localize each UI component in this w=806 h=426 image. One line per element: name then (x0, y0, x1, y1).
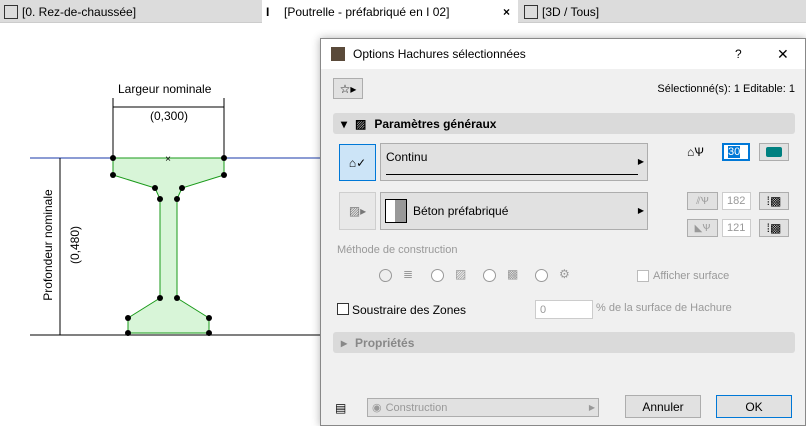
line-type-toggle[interactable]: ⌂✓ (339, 144, 376, 181)
subtract-zones-label: Soustraire des Zones (352, 303, 467, 317)
eye-icon: ◉ (372, 402, 382, 414)
method-radio-2[interactable] (431, 269, 444, 282)
fill-category-button[interactable]: ▨▸ (339, 192, 376, 230)
bg-pen-color[interactable]: ⁞▩ (759, 219, 789, 237)
i-beam-section (112, 157, 225, 334)
fg-pen-input[interactable]: 182 (722, 192, 751, 210)
method-radio-3[interactable] (483, 269, 496, 282)
arrow-right-icon: ▶ (637, 206, 644, 215)
star-icon: ☆▸ (339, 81, 357, 96)
method-label: Méthode de construction (337, 244, 458, 256)
fill-preview-icon (385, 199, 407, 223)
method-hatch-icon: ▨ (455, 267, 467, 281)
tab-bar: [0. Rez-de-chaussée] I [Poutrelle - préfa… (0, 0, 806, 23)
line-check-icon: ⌂✓ (348, 155, 367, 170)
depth-label: Profondeur nominale (41, 189, 55, 301)
tab-floor-plan[interactable]: [0. Rez-de-chaussée] (0, 0, 260, 23)
collapse-icon: ▾ (341, 116, 348, 131)
close-tab-icon[interactable]: × (503, 5, 510, 19)
section-properties[interactable]: ▸ Propriétés (333, 332, 795, 353)
section-general[interactable]: ▾ ▨ Paramètres généraux (333, 113, 795, 134)
cancel-button[interactable]: Annuler (625, 395, 701, 418)
ok-button[interactable]: OK (716, 395, 792, 418)
arrow-right-icon: ▶ (637, 157, 644, 166)
fill-icon: ▨ (355, 116, 367, 131)
method-pattern-icon: ▩ (507, 267, 519, 281)
arrow-right-icon: ▶ (588, 403, 595, 412)
subtract-zones-checkbox[interactable] (337, 303, 349, 315)
app-icon (331, 47, 345, 61)
method-lines-icon: ≣ (403, 267, 414, 281)
dialog-titlebar: Options Hachures sélectionnées ? ✕ (321, 39, 805, 69)
width-value: (0,300) (150, 109, 189, 123)
svg-text:×: × (165, 154, 171, 165)
pen-color-button[interactable] (759, 143, 789, 161)
method-radio-4[interactable] (535, 269, 548, 282)
help-button[interactable]: ? (735, 47, 742, 61)
favorites-button[interactable]: ☆▸ (333, 78, 363, 99)
bg-pen-input[interactable]: 121 (722, 219, 751, 237)
floor-plan-icon (4, 4, 18, 19)
area-percent-label: % de la surface de Hachure (596, 302, 732, 314)
tab-beam[interactable]: I [Poutrelle - préfabriqué en I 02] × (262, 0, 518, 23)
teal-swatch (766, 147, 782, 157)
show-area-label: Afficher surface (653, 270, 730, 282)
3d-icon (524, 4, 538, 19)
bg-pen-icon: ◣Ѱ (687, 219, 718, 237)
width-label: Largeur nominale (118, 82, 212, 96)
pen-icon: ⌂Ѱ (687, 145, 704, 159)
fill-options-dialog: Options Hachures sélectionnées ? ✕ ☆▸ Sé… (320, 38, 806, 426)
tab-3d[interactable]: [3D / Tous] (520, 0, 760, 23)
method-radio-1[interactable] (379, 269, 392, 282)
line-pen-input[interactable]: 30 (722, 143, 750, 161)
line-preview (386, 174, 638, 175)
selection-info: Sélectionné(s): 1 Editable: 1 (657, 83, 795, 95)
method-image-icon: ⚙ (559, 267, 570, 281)
show-area-checkbox[interactable] (637, 270, 649, 282)
fg-pen-icon: ⫽Ѱ (687, 192, 718, 210)
expand-icon: ▸ (341, 335, 348, 350)
i-beam-icon: I (266, 4, 270, 19)
fill-selector[interactable]: Béton préfabriqué ▶ (380, 192, 648, 230)
layer-icon: ▤ (335, 401, 347, 415)
area-percent-input[interactable]: 0 (535, 300, 593, 319)
line-type-selector[interactable]: Continu ▶ (380, 143, 648, 181)
fg-pen-color[interactable]: ⁞▩ (759, 192, 789, 210)
layer-selector[interactable]: ◉ Construction ▶ (367, 398, 599, 417)
hatch-icon: ▨▸ (348, 204, 367, 218)
depth-value: (0,480) (68, 225, 82, 265)
close-button[interactable]: ✕ (777, 46, 789, 63)
